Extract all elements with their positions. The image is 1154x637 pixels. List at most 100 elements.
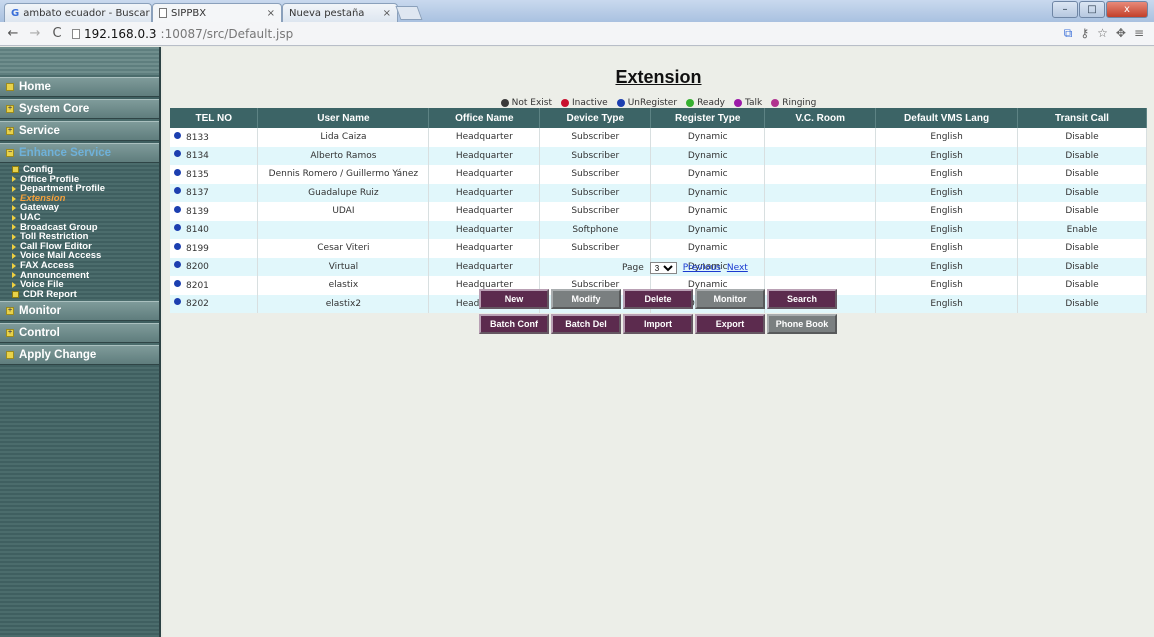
table-cell: elastix: [257, 276, 430, 295]
minimize-button[interactable]: –: [1052, 1, 1078, 18]
key-icon[interactable]: ⚷: [1080, 26, 1089, 41]
sidebar-item-label: System Core: [19, 103, 90, 115]
plus-icon: +: [6, 127, 14, 135]
table-cell[interactable]: 8200: [170, 257, 259, 276]
column-header[interactable]: Register Type: [650, 108, 766, 128]
tel-no: 8134: [186, 151, 209, 162]
table-cell[interactable]: 8135: [170, 165, 259, 184]
column-header[interactable]: V.C. Room: [764, 108, 877, 128]
sidebar-item-monitor[interactable]: + Monitor: [0, 301, 159, 322]
browser-tab-bar: G ambato ecuador - Buscar × SIPPBX × Nue…: [0, 0, 1154, 22]
table-cell[interactable]: 8139: [170, 202, 259, 221]
column-header[interactable]: User Name: [257, 108, 430, 128]
new-tab-button[interactable]: [395, 6, 423, 20]
import-button[interactable]: Import: [623, 314, 693, 334]
table-cell[interactable]: 8199: [170, 239, 259, 258]
table-row[interactable]: 8137 Guadalupe Ruiz Headquarter Subscriber D…: [170, 183, 1147, 202]
back-arrow-icon[interactable]: ←: [6, 26, 20, 41]
submenu-cdr-report[interactable]: CDR Report: [8, 290, 159, 300]
column-header[interactable]: Transit Call: [1017, 108, 1147, 128]
legend-item: UnRegister: [616, 98, 677, 108]
square-icon: [6, 351, 14, 360]
column-header[interactable]: Default VMS Lang: [875, 108, 1019, 128]
status-dot-icon: [174, 168, 181, 176]
sidebar: Home + System Core + Service − Enhance Serv…: [0, 47, 161, 637]
status-dot-icon: [174, 279, 181, 287]
maximize-button[interactable]: □: [1079, 1, 1105, 18]
table-cell[interactable]: 8201: [170, 276, 259, 295]
plus-icon: +: [6, 105, 14, 113]
table-cell: Dynamic: [650, 183, 766, 202]
column-header[interactable]: TEL NO: [170, 108, 259, 128]
blocked-popup-icon[interactable]: ⧉: [1064, 26, 1073, 41]
tab-google-search[interactable]: G ambato ecuador - Buscar ×: [4, 3, 152, 22]
table-row[interactable]: 8199 Cesar Viteri Headquarter Subscriber Dyn…: [170, 239, 1147, 258]
legend-item: Talk: [734, 98, 762, 108]
close-window-button[interactable]: x: [1106, 1, 1148, 18]
table-cell[interactable]: 8202: [170, 294, 259, 313]
table-cell: UDAI: [257, 202, 430, 221]
next-link[interactable]: Next: [727, 263, 748, 273]
tab-new[interactable]: Nueva pestaña ×: [282, 3, 398, 22]
table-cell[interactable]: 8137: [170, 183, 259, 202]
table-row[interactable]: 8139 UDAI Headquarter Subscriber Dynamic Engl…: [170, 202, 1147, 221]
table-cell: Headquarter: [428, 128, 541, 147]
search-button[interactable]: Search: [767, 289, 837, 309]
star-icon[interactable]: ☆: [1097, 26, 1108, 41]
previous-link[interactable]: Previous: [683, 263, 721, 273]
sidebar-item-control[interactable]: + Control: [0, 323, 159, 344]
modify-button[interactable]: Modify: [551, 289, 621, 309]
table-cell: [764, 146, 877, 165]
arrow-right-icon: [12, 262, 16, 269]
monitor-button[interactable]: Monitor: [695, 289, 765, 309]
column-header[interactable]: Office Name: [428, 108, 541, 128]
sidebar-item-label: Service: [19, 125, 60, 137]
delete-button[interactable]: Delete: [623, 289, 693, 309]
page-select[interactable]: 3: [649, 262, 677, 274]
close-tab-icon[interactable]: ×: [383, 8, 391, 19]
new-button[interactable]: New: [479, 289, 549, 309]
table-cell: [764, 239, 877, 258]
table-cell[interactable]: 8140: [170, 220, 259, 239]
extension-icon[interactable]: ✥: [1116, 26, 1126, 41]
table-row[interactable]: 8134 Alberto Ramos Headquarter Subscriber Dy…: [170, 146, 1147, 165]
sidebar-item-home[interactable]: Home: [0, 77, 159, 97]
table-cell[interactable]: 8133: [170, 128, 259, 147]
table-cell: [764, 165, 877, 184]
legend-label: Inactive: [571, 98, 608, 108]
arrow-right-icon: [12, 243, 16, 250]
forward-arrow-icon[interactable]: →: [28, 26, 42, 41]
table-row[interactable]: 8140 Headquarter Softphone Dynamic English En…: [170, 220, 1147, 239]
batch-del-button[interactable]: Batch Del: [551, 314, 621, 334]
square-icon: [6, 83, 14, 91]
menu-icon[interactable]: ≡: [1134, 26, 1144, 41]
folder-icon: [12, 166, 19, 174]
tel-no: 8137: [186, 188, 209, 199]
sidebar-item-service[interactable]: + Service: [0, 121, 159, 141]
close-tab-icon[interactable]: ×: [267, 8, 275, 19]
tel-no: 8201: [186, 280, 209, 291]
sidebar-item-apply-change[interactable]: Apply Change: [0, 345, 159, 366]
table-row[interactable]: 8133 Lida Caiza Headquarter Subscriber Dynam…: [170, 128, 1147, 147]
table-cell: English: [875, 183, 1019, 202]
sidebar-item-enhance-service[interactable]: − Enhance Service: [0, 143, 159, 163]
sidebar-item-system-core[interactable]: + System Core: [0, 99, 159, 119]
table-cell: Disable: [1017, 257, 1147, 276]
arrow-right-icon: [12, 185, 16, 192]
status-dot-icon: [616, 99, 625, 107]
phone-book-button[interactable]: Phone Book: [767, 314, 837, 334]
table-cell: English: [875, 128, 1019, 147]
export-button[interactable]: Export: [695, 314, 765, 334]
table-row[interactable]: 8135 Dennis Romero / Guillermo Yánez Headq…: [170, 165, 1147, 184]
column-header[interactable]: Device Type: [539, 108, 652, 128]
table-cell: Dynamic: [650, 202, 766, 221]
table-cell[interactable]: 8134: [170, 146, 259, 165]
status-dot-icon: [500, 99, 509, 107]
legend-label: Talk: [745, 98, 763, 108]
arrow-right-icon: [12, 281, 16, 288]
tab-sippbx[interactable]: SIPPBX ×: [152, 3, 282, 22]
batch-conf-button[interactable]: Batch Conf: [479, 314, 549, 334]
reload-icon[interactable]: C: [50, 26, 64, 41]
table-cell: [764, 183, 877, 202]
url-field[interactable]: 192.168.0.3:10087/src/Default.jsp: [72, 25, 293, 43]
